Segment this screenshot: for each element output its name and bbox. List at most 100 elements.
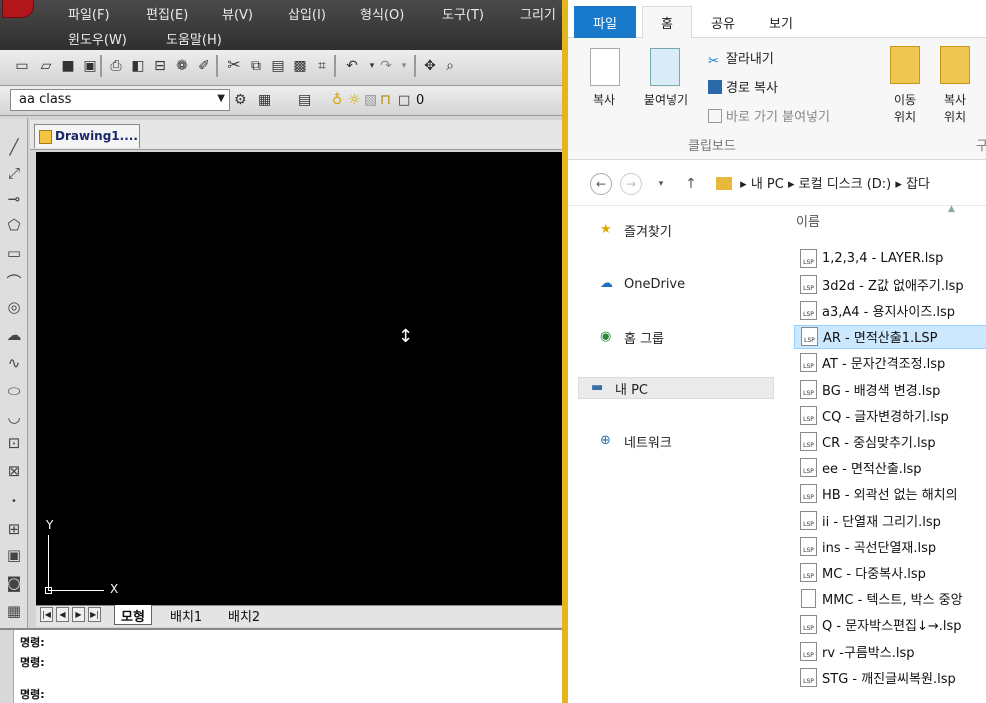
sun-icon[interactable]: ☼ bbox=[348, 90, 361, 110]
file-row[interactable]: LSP ins - 곡선단열재.lsp bbox=[794, 534, 986, 558]
file-row[interactable]: LSP STG - 깨진글씨복원.lsp bbox=[794, 665, 986, 689]
copy-to-button[interactable]: 복사 위치 bbox=[930, 92, 980, 126]
print-preview-icon[interactable]: ◧ bbox=[128, 56, 148, 76]
paste-button[interactable]: 붙여넣기 bbox=[636, 92, 696, 109]
circle-icon[interactable]: ◎ bbox=[3, 296, 25, 318]
cut-icon[interactable]: ✂ bbox=[224, 54, 244, 74]
hatch-icon[interactable]: ⊞ bbox=[3, 518, 25, 540]
next-tab-icon[interactable]: ▶ bbox=[72, 607, 85, 622]
command-window-grip[interactable] bbox=[0, 630, 14, 703]
file-row[interactable]: LSP Q - 문자박스편집↓→.lsp bbox=[794, 613, 986, 637]
up-icon[interactable]: ↑ bbox=[680, 173, 702, 195]
drawing-tab[interactable]: Drawing1.... bbox=[34, 124, 140, 148]
spline-icon[interactable]: ∿ bbox=[3, 352, 25, 374]
match-properties-icon[interactable]: ▩ bbox=[290, 56, 310, 76]
file-row[interactable]: LSP 1,2,3,4 - LAYER.lsp bbox=[794, 246, 986, 270]
menu-window[interactable]: 윈도우(W) bbox=[68, 29, 127, 48]
print-icon[interactable]: ⎙ bbox=[106, 56, 126, 76]
copy-path-button[interactable]: 경로 복사 bbox=[708, 77, 778, 96]
back-icon[interactable]: ← bbox=[590, 173, 612, 195]
layer-selector[interactable]: aa class ▼ bbox=[10, 89, 230, 111]
gradient-icon[interactable]: ▣ bbox=[3, 544, 25, 566]
file-row[interactable]: LSP AT - 문자간격조정.lsp bbox=[794, 351, 986, 375]
menu-draw[interactable]: 그리기 bbox=[520, 4, 556, 23]
nav-homegroup[interactable]: ◉ 홈 그룹 bbox=[600, 326, 664, 348]
file-row[interactable]: LSP ee - 면적산출.lsp bbox=[794, 456, 986, 480]
breadcrumb-thispc[interactable]: 내 PC bbox=[751, 177, 784, 192]
tab-model[interactable]: 모형 bbox=[114, 605, 152, 625]
file-row[interactable]: LSP 3d2d - Z값 없애주기.lsp bbox=[794, 272, 986, 296]
nav-network[interactable]: ⊕ 네트워크 bbox=[600, 430, 672, 452]
line-icon[interactable]: ╱ bbox=[3, 136, 25, 158]
layer-manager-icon[interactable]: ▦ bbox=[258, 90, 271, 110]
arc-icon[interactable]: ⌒ bbox=[3, 270, 25, 292]
column-header-name[interactable]: 이름 bbox=[796, 211, 820, 230]
prev-tab-icon[interactable]: ◀ bbox=[56, 607, 69, 622]
pan-icon[interactable]: ✥ bbox=[420, 56, 440, 76]
saveas-icon[interactable]: ▣ bbox=[80, 56, 100, 76]
breadcrumb[interactable]: ▸ 내 PC ▸ 로컬 디스크 (D:) ▸ 잡다 bbox=[716, 173, 930, 192]
menu-file[interactable]: 파일(F) bbox=[68, 4, 110, 23]
nav-onedrive[interactable]: ☁ OneDrive bbox=[600, 273, 685, 295]
make-block-icon[interactable]: ⊠ bbox=[3, 460, 25, 482]
tab-home[interactable]: 홈 bbox=[642, 6, 692, 38]
cut-button[interactable]: ✂ 잘라내기 bbox=[708, 48, 774, 69]
file-row[interactable]: LSP MC - 다중복사.lsp bbox=[794, 560, 986, 584]
construction-line-icon[interactable]: ⤢ bbox=[3, 162, 25, 184]
viewport-freeze-icon[interactable]: ▧ bbox=[364, 90, 377, 110]
tab-file[interactable]: 파일 bbox=[574, 6, 636, 38]
file-row[interactable]: LSP ii - 단열재 그리기.lsp bbox=[794, 508, 986, 532]
table-icon[interactable]: ▦ bbox=[3, 600, 25, 622]
dwf-icon[interactable]: ❁ bbox=[172, 56, 192, 76]
first-tab-icon[interactable]: |◀ bbox=[40, 607, 53, 622]
menu-insert[interactable]: 삽입(I) bbox=[288, 4, 326, 23]
menu-edit[interactable]: 편집(E) bbox=[146, 4, 188, 23]
save-icon[interactable]: ■ bbox=[58, 56, 78, 76]
tab-share[interactable]: 공유 bbox=[698, 6, 748, 38]
copy-button[interactable]: 복사 bbox=[582, 92, 626, 109]
layer-settings-icon[interactable]: ⚙ bbox=[234, 90, 247, 110]
menu-help[interactable]: 도움말(H) bbox=[166, 29, 222, 48]
breadcrumb-drive[interactable]: 로컬 디스크 (D:) bbox=[799, 177, 892, 192]
plot-icon[interactable]: ✐ bbox=[194, 56, 214, 76]
command-window[interactable] bbox=[0, 628, 562, 703]
menu-view[interactable]: 뷰(V) bbox=[222, 4, 253, 23]
layer-state-icon[interactable]: ▤ bbox=[298, 90, 311, 110]
tab-view[interactable]: 보기 bbox=[756, 6, 806, 38]
forward-icon[interactable]: → bbox=[620, 173, 642, 195]
polyline-icon[interactable]: ⊸ bbox=[3, 188, 25, 210]
color-swatch-icon[interactable]: □ bbox=[398, 90, 410, 110]
paste-icon[interactable]: ▤ bbox=[268, 56, 288, 76]
open-icon[interactable]: ▱ bbox=[36, 56, 56, 76]
polygon-icon[interactable]: ⬠ bbox=[3, 214, 25, 236]
tab-layout1[interactable]: 배치1 bbox=[164, 605, 208, 625]
paste-shortcut-button[interactable]: 바로 가기 붙여넣기 bbox=[708, 106, 830, 125]
file-row[interactable]: LSP a3,A4 - 용지사이즈.lsp bbox=[794, 298, 986, 322]
point-icon[interactable]: • bbox=[3, 490, 25, 512]
undo-icon[interactable]: ↶ bbox=[342, 56, 362, 76]
last-tab-icon[interactable]: ▶| bbox=[88, 607, 101, 622]
ellipse-arc-icon[interactable]: ◡ bbox=[3, 406, 25, 428]
file-row[interactable]: LSP HB - 외곽선 없는 해치의 bbox=[794, 482, 986, 506]
revision-cloud-icon[interactable]: ☁ bbox=[3, 324, 25, 346]
file-row[interactable]: LSP CR - 중심맞추기.lsp bbox=[794, 429, 986, 453]
command-prompt[interactable]: 명령: bbox=[20, 686, 45, 702]
new-icon[interactable]: ▭ bbox=[12, 56, 32, 76]
breadcrumb-folder[interactable]: 잡다 bbox=[906, 177, 930, 192]
file-row[interactable]: MMC - 텍스트, 박스 중앙 bbox=[794, 587, 986, 611]
region-icon[interactable]: ◙ bbox=[3, 572, 25, 594]
redo-dropdown-icon[interactable]: ▾ bbox=[394, 56, 414, 76]
drawing-canvas[interactable] bbox=[36, 152, 562, 605]
file-row[interactable]: LSP BG - 배경색 변경.lsp bbox=[794, 377, 986, 401]
move-to-button[interactable]: 이동 위치 bbox=[880, 92, 930, 126]
file-row[interactable]: LSP AR - 면적산출1.LSP bbox=[794, 324, 986, 349]
nav-favorites[interactable]: ★ 즐겨찾기 bbox=[600, 219, 672, 241]
lock-icon[interactable]: ⊓ bbox=[380, 90, 391, 110]
nav-thispc[interactable]: ▬ 내 PC bbox=[578, 377, 774, 399]
app-logo-icon[interactable] bbox=[2, 0, 34, 18]
file-row[interactable]: LSP rv -구름박스.lsp bbox=[794, 639, 986, 663]
block-editor-icon[interactable]: ⌗ bbox=[312, 56, 332, 76]
lightbulb-icon[interactable]: ♁ bbox=[332, 90, 342, 110]
file-row[interactable]: LSP CQ - 글자변경하기.lsp bbox=[794, 403, 986, 427]
publish-icon[interactable]: ⊟ bbox=[150, 56, 170, 76]
